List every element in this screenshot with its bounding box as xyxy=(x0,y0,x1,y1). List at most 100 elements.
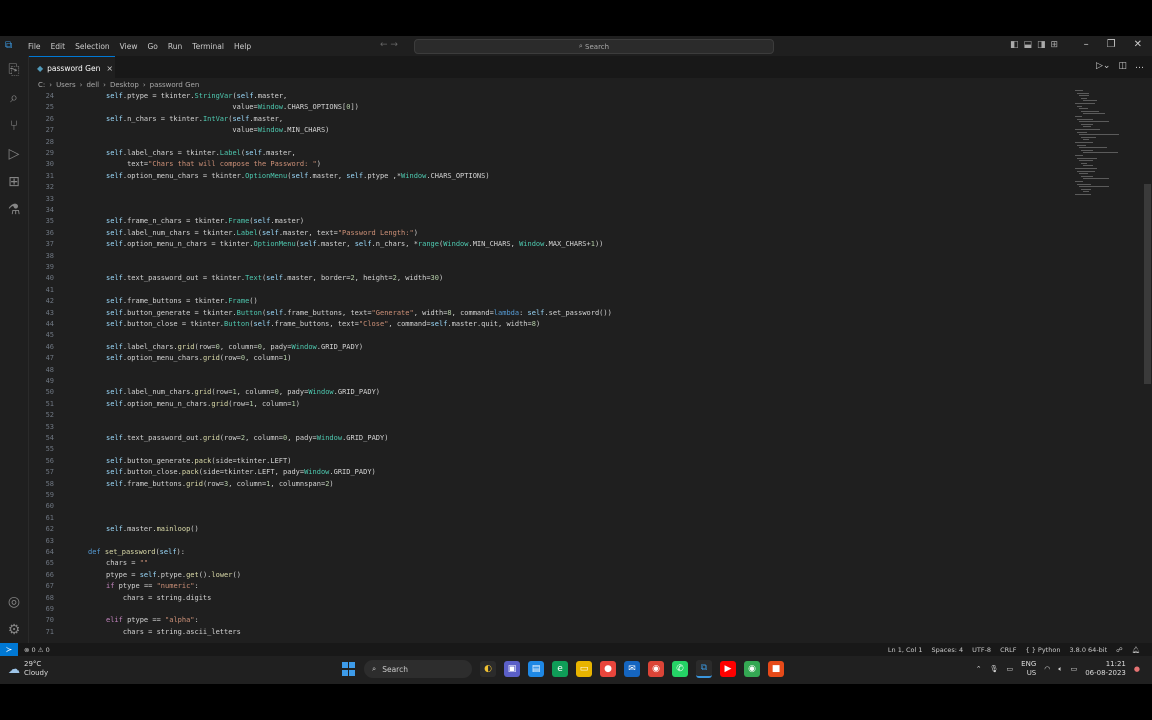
editor-scrollbar[interactable] xyxy=(1144,184,1151,384)
code-line[interactable]: 47 self.option_menu_chars.grid(row=0, col… xyxy=(29,353,292,364)
search-sidebar-icon[interactable]: ⌕ xyxy=(0,84,28,112)
code-line[interactable]: 69 xyxy=(29,604,54,615)
code-line[interactable]: 67 if ptype == "numeric": xyxy=(29,581,199,592)
code-line[interactable]: 48 xyxy=(29,365,54,376)
code-line[interactable]: 28 xyxy=(29,137,54,148)
mail-icon[interactable]: ✉ xyxy=(624,661,640,677)
extensions-icon[interactable]: ⊞ xyxy=(0,168,28,196)
firefox-icon[interactable]: ● xyxy=(600,661,616,677)
code-line[interactable]: 53 xyxy=(29,422,54,433)
code-line[interactable]: 61 xyxy=(29,513,54,524)
run-file-icon[interactable]: ▷⌄ xyxy=(1096,61,1110,71)
encoding[interactable]: UTF-8 xyxy=(972,646,991,654)
explorer-icon[interactable]: ⎘ xyxy=(0,56,28,84)
code-editor[interactable]: 24 self.ptype = tkinter.StringVar(self.ma… xyxy=(29,91,1144,643)
code-line[interactable]: 55 xyxy=(29,444,54,455)
code-line[interactable]: 52 xyxy=(29,410,54,421)
tab-password-gen[interactable]: ◆ password Gen × xyxy=(29,56,115,79)
code-line[interactable]: 27 value=Window.MIN_CHARS) xyxy=(29,125,330,136)
feedback-icon[interactable]: ☍ xyxy=(1116,646,1123,654)
code-line[interactable]: 49 xyxy=(29,376,54,387)
code-line[interactable]: 43 self.button_generate = tkinter.Button(… xyxy=(29,308,612,319)
code-line[interactable]: 68 chars = string.digits xyxy=(29,593,212,604)
code-line[interactable]: 70 elif ptype == "alpha": xyxy=(29,615,199,626)
code-line[interactable]: 58 self.frame_buttons.grid(row=3, column=… xyxy=(29,479,334,490)
code-line[interactable]: 33 xyxy=(29,194,54,205)
code-line[interactable]: 44 self.button_close = tkinter.Button(sel… xyxy=(29,319,541,330)
nav-arrows-icon[interactable]: ← → xyxy=(380,40,398,50)
teams-chat-icon[interactable]: ▣ xyxy=(504,661,520,677)
code-line[interactable]: 37 self.option_menu_n_chars = tkinter.Opt… xyxy=(29,239,604,250)
problems-count[interactable]: ⊗ 0 ⚠ 0 xyxy=(24,646,50,654)
code-line[interactable]: 54 self.text_password_out.grid(row=2, col… xyxy=(29,433,389,444)
code-line[interactable]: 29 self.label_chars = tkinter.Label(self.… xyxy=(29,148,296,159)
code-line[interactable]: 34 xyxy=(29,205,54,216)
customize-layout-icon[interactable]: ⊞ xyxy=(1051,40,1059,50)
close-window-icon[interactable]: ✕ xyxy=(1134,39,1142,50)
source-control-icon[interactable]: ⑂ xyxy=(0,112,28,140)
code-line[interactable]: 57 self.button_close.pack(side=tkinter.LE… xyxy=(29,467,376,478)
run-debug-icon[interactable]: ▷ xyxy=(0,140,28,168)
menu-item-run[interactable]: Run xyxy=(163,42,187,51)
cursor-position[interactable]: Ln 1, Col 1 xyxy=(888,646,923,654)
code-line[interactable]: 62 self.master.mainloop() xyxy=(29,524,199,535)
account-icon[interactable]: ◎ xyxy=(0,588,28,616)
code-line[interactable]: 26 self.n_chars = tkinter.IntVar(self.mas… xyxy=(29,114,283,125)
code-line[interactable]: 42 self.frame_buttons = tkinter.Frame() xyxy=(29,296,258,307)
notifications-bell-icon[interactable]: 🔔︎ xyxy=(1132,646,1140,654)
weather-widget[interactable]: ☁ 29°C Cloudy xyxy=(8,660,48,678)
code-line[interactable]: 59 xyxy=(29,490,54,501)
whatsapp-icon[interactable]: ✆ xyxy=(672,661,688,677)
battery-icon[interactable]: ▭ xyxy=(1071,665,1078,673)
code-line[interactable]: 32 xyxy=(29,182,54,193)
toggle-sidebar-icon[interactable]: ◧ xyxy=(1010,40,1019,50)
code-line[interactable]: 45 xyxy=(29,330,54,341)
code-line[interactable]: 56 self.button_generate.pack(side=tkinter… xyxy=(29,456,292,467)
youtube-icon[interactable]: ▶ xyxy=(720,661,736,677)
code-line[interactable]: 63 xyxy=(29,536,54,547)
edge-browser-icon[interactable]: e xyxy=(552,661,568,677)
chrome-profile-icon[interactable]: ◉ xyxy=(744,661,760,677)
widgets-icon[interactable]: ◐ xyxy=(480,661,496,677)
chrome-icon[interactable]: ◉ xyxy=(648,661,664,677)
code-line[interactable]: 24 self.ptype = tkinter.StringVar(self.ma… xyxy=(29,91,288,102)
code-line[interactable]: 39 xyxy=(29,262,54,273)
code-line[interactable]: 40 self.text_password_out = tkinter.Text(… xyxy=(29,273,444,284)
more-actions-icon[interactable]: … xyxy=(1135,61,1144,71)
toggle-secondary-sidebar-icon[interactable]: ◨ xyxy=(1037,40,1046,50)
wifi-icon[interactable]: ◠ xyxy=(1044,665,1050,673)
menu-item-view[interactable]: View xyxy=(115,42,143,51)
remote-indicator-icon[interactable]: ≻ xyxy=(0,643,18,656)
menu-item-help[interactable]: Help xyxy=(229,42,256,51)
menu-item-go[interactable]: Go xyxy=(142,42,162,51)
line-ending[interactable]: CRLF xyxy=(1000,646,1016,654)
breadcrumb-item[interactable]: Desktop xyxy=(110,81,139,89)
code-line[interactable]: 25 value=Window.CHARS_OPTIONS[0]) xyxy=(29,102,359,113)
minimize-icon[interactable]: – xyxy=(1084,39,1089,50)
tray-overflow-icon[interactable]: ⌃ xyxy=(976,665,982,673)
menu-item-selection[interactable]: Selection xyxy=(70,42,115,51)
code-line[interactable]: 30 text="Chars that will compose the Pas… xyxy=(29,159,321,170)
indentation[interactable]: Spaces: 4 xyxy=(932,646,964,654)
menu-item-edit[interactable]: Edit xyxy=(46,42,71,51)
code-line[interactable]: 60 xyxy=(29,501,54,512)
volume-icon[interactable]: 🔈︎ xyxy=(1058,665,1062,674)
breadcrumb-item[interactable]: Users xyxy=(56,81,76,89)
code-line[interactable]: 35 self.frame_n_chars = tkinter.Frame(sel… xyxy=(29,216,305,227)
code-line[interactable]: 41 xyxy=(29,285,54,296)
menu-item-terminal[interactable]: Terminal xyxy=(187,42,229,51)
code-line[interactable]: 46 self.label_chars.grid(row=0, column=0,… xyxy=(29,342,364,353)
code-line[interactable]: 65 chars = "" xyxy=(29,558,149,569)
tray-app-icon[interactable]: ▭ xyxy=(1007,665,1014,673)
code-line[interactable]: 36 self.label_num_chars = tkinter.Label(s… xyxy=(29,228,418,239)
code-line[interactable]: 50 self.label_num_chars.grid(row=1, colum… xyxy=(29,387,380,398)
toggle-panel-icon[interactable]: ⬓ xyxy=(1024,40,1033,50)
menu-item-file[interactable]: File xyxy=(23,42,46,51)
code-line[interactable]: 51 self.option_menu_n_chars.grid(row=1, c… xyxy=(29,399,300,410)
tab-close-icon[interactable]: × xyxy=(106,64,113,73)
python-interpreter[interactable]: 3.8.0 64-bit xyxy=(1069,646,1107,654)
testing-icon[interactable]: ⚗ xyxy=(0,196,28,224)
code-line[interactable]: 66 ptype = self.ptype.get().lower() xyxy=(29,570,241,581)
notification-center-icon[interactable]: ● xyxy=(1134,665,1140,673)
screen-recorder-icon[interactable]: ■ xyxy=(768,661,784,677)
